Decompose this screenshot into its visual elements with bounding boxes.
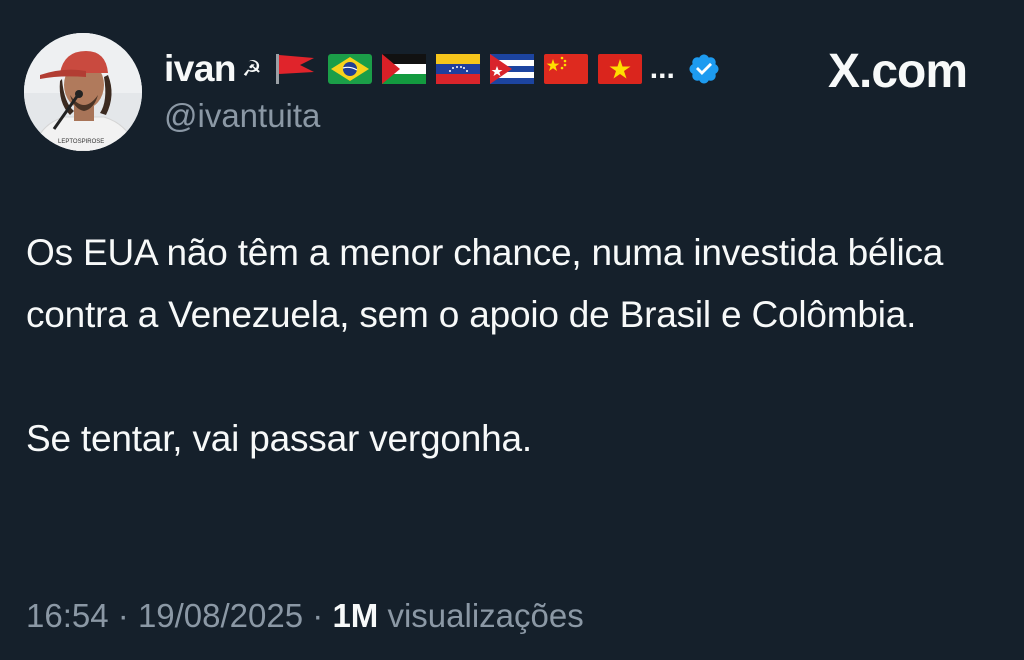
- meta-separator: ·: [117, 597, 129, 634]
- tweet-paragraph: Os EUA não têm a menor chance, numa inve…: [26, 232, 944, 335]
- flag-vietnam-icon: [597, 54, 642, 84]
- author-display-name[interactable]: ivan: [164, 48, 237, 90]
- tweet-date[interactable]: 19/08/2025: [138, 597, 303, 634]
- flag-palestine-icon: [381, 54, 426, 84]
- flag-cuba-icon: [489, 54, 534, 84]
- brand-label: X.com: [828, 45, 968, 98]
- avatar-shirt-text: LEPTOSPIROSE: [58, 139, 104, 145]
- red-flag-icon: [275, 54, 314, 84]
- verified-badge-icon[interactable]: [687, 52, 721, 86]
- flag-brazil-icon: [327, 54, 372, 84]
- avatar[interactable]: LEPTOSPIROSE: [24, 33, 142, 151]
- tweet-text: Os EUA não têm a menor chance, numa inve…: [26, 222, 1011, 470]
- flag-china-icon: [543, 54, 588, 84]
- tweet-meta: 16:54 · 19/08/2025 · 1M visualizações: [26, 597, 584, 635]
- views-label: visualizações: [387, 597, 584, 634]
- author-handle[interactable]: @ivantuita: [164, 97, 320, 135]
- meta-separator: ·: [312, 597, 324, 634]
- tweet-paragraph: Se tentar, vai passar vergonha.: [26, 418, 532, 459]
- badges-ellipsis: ...: [649, 52, 675, 85]
- views-count: 1M: [332, 597, 379, 634]
- tweet-time[interactable]: 16:54: [26, 597, 109, 634]
- brand-logo: X.com: [828, 44, 968, 99]
- hammer-sickle-icon: ☭: [242, 56, 262, 81]
- author-name-row: ivan ☭ ...: [164, 46, 721, 92]
- flag-venezuela-icon: [435, 54, 480, 84]
